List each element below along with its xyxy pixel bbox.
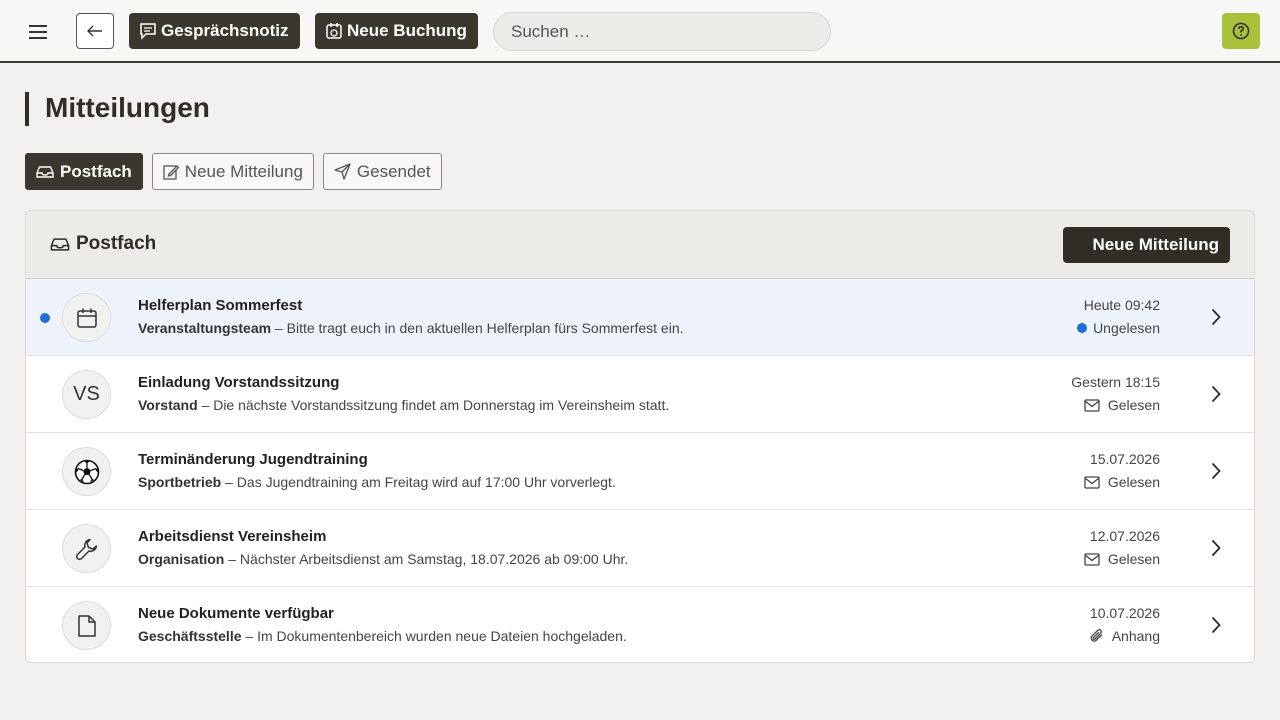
booking-icon [326, 23, 342, 39]
message-status: Ungelesen [1077, 320, 1160, 336]
message-date: 12.07.2026 [1089, 528, 1160, 544]
message-date: Gestern 18:15 [1071, 374, 1160, 390]
top-bar: Gesprächsnotiz Neue Buchung [0, 0, 1280, 63]
message-date: 15.07.2026 [1089, 451, 1160, 467]
soccer-ball-icon [74, 459, 99, 484]
tab-bar: Postfach Neue Mitteilung Gesendet [25, 153, 442, 190]
message-status: Gelesen [1084, 474, 1160, 490]
hamburger-icon [29, 25, 47, 39]
panel-title: Postfach [50, 233, 156, 255]
message-preview: Geschäftsstelle – Im Dokumentenbereich w… [138, 628, 627, 644]
message-text: – Im Dokumentenbereich wurden neue Datei… [245, 628, 627, 644]
conversation-note-label: Gesprächsnotiz [161, 21, 289, 40]
message-preview: Organisation – Nächster Arbeitsdienst am… [138, 551, 628, 567]
tab-sent[interactable]: Gesendet [322, 153, 442, 190]
new-booking-button[interactable]: Neue Buchung [315, 13, 478, 49]
message-text: – Bitte tragt euch in den aktuellen Helf… [274, 320, 684, 336]
conversation-note-button[interactable]: Gesprächsnotiz [129, 13, 300, 49]
panel-header: Postfach Neue Mitteilung [26, 211, 1254, 279]
edit-icon [163, 164, 179, 180]
message-text: – Das Jugendtraining am Freitag wird auf… [225, 474, 616, 490]
message-text: – Die nächste Vorstandssitzung findet am… [201, 397, 670, 413]
message-date: Heute 09:42 [1083, 297, 1160, 313]
avatar-initials: VS [73, 383, 100, 405]
document-icon [77, 614, 96, 637]
message-text: – Nächster Arbeitsdienst am Samstag, 18.… [228, 551, 629, 567]
message-status-label: Anhang [1111, 628, 1160, 644]
message-sender: Sportbetrieb [138, 474, 222, 490]
chevron-right-icon [1211, 462, 1221, 480]
message-row[interactable]: Neue Dokumente verfügbar Geschäftsstelle… [26, 587, 1254, 662]
new-message-button-label: Neue Mitteilung [1092, 235, 1219, 254]
avatar: VS [62, 370, 111, 419]
message-subject: Arbeitsdienst Vereinsheim [138, 528, 327, 545]
unread-indicator [40, 313, 50, 323]
message-row[interactable]: Arbeitsdienst Vereinsheim Organisation –… [26, 510, 1254, 587]
open-message-button[interactable] [1208, 459, 1224, 483]
message-status-label: Gelesen [1107, 551, 1160, 567]
new-message-button[interactable]: Neue Mitteilung [1063, 227, 1230, 263]
message-sender: Veranstaltungsteam [138, 320, 272, 336]
message-status-label: Gelesen [1107, 397, 1160, 413]
message-subject: Einladung Vorstandssitzung [138, 374, 340, 391]
new-booking-label: Neue Buchung [347, 21, 467, 40]
message-sender: Organisation [138, 551, 225, 567]
chevron-right-icon [1211, 539, 1221, 557]
inbox-icon [50, 237, 70, 251]
chevron-right-icon [1211, 616, 1221, 634]
message-subject: Neue Dokumente verfügbar [138, 605, 334, 622]
inbox-icon [36, 165, 54, 178]
avatar [62, 447, 111, 496]
message-sender: Vorstand [138, 397, 198, 413]
panel-title-label: Postfach [76, 233, 157, 254]
arrow-left-icon [87, 25, 102, 37]
avatar [62, 293, 111, 342]
avatar [62, 601, 111, 650]
message-status: Anhang [1089, 628, 1160, 644]
unread-dot-icon [1077, 323, 1088, 333]
envelope-icon [1084, 475, 1100, 489]
tab-inbox[interactable]: Postfach [25, 153, 143, 190]
help-button[interactable] [1222, 13, 1260, 49]
chevron-right-icon [1211, 385, 1221, 403]
message-row[interactable]: Terminänderung Jugendtraining Sportbetri… [26, 433, 1254, 510]
back-button[interactable] [76, 13, 114, 49]
tab-new-message[interactable]: Neue Mitteilung [151, 153, 314, 190]
open-message-button[interactable] [1208, 305, 1224, 329]
page-title-container: Mitteilungen [25, 92, 210, 126]
question-circle-icon [1232, 22, 1250, 40]
message-row[interactable]: VS Einladung Vorstandssitzung Vorstand –… [26, 356, 1254, 433]
open-message-button[interactable] [1208, 536, 1224, 560]
open-message-button[interactable] [1208, 613, 1224, 637]
message-row[interactable]: Helferplan Sommerfest Veranstaltungsteam… [26, 279, 1254, 356]
tab-inbox-label: Postfach [60, 161, 132, 181]
message-subject: Helferplan Sommerfest [138, 297, 303, 314]
message-status: Gelesen [1084, 397, 1160, 413]
message-sender: Geschäftsstelle [138, 628, 242, 644]
message-preview: Vorstand – Die nächste Vorstandssitzung … [138, 397, 669, 413]
envelope-icon [1084, 398, 1100, 412]
message-subject: Terminänderung Jugendtraining [138, 451, 368, 468]
avatar [62, 524, 111, 573]
open-message-button[interactable] [1208, 382, 1224, 406]
message-status: Gelesen [1084, 551, 1160, 567]
paperclip-icon [1090, 629, 1102, 642]
message-preview: Veranstaltungsteam – Bitte tragt euch in… [138, 320, 684, 336]
tab-new-message-label: Neue Mitteilung [184, 161, 303, 181]
search-input[interactable] [493, 12, 831, 51]
wrench-icon [75, 538, 97, 560]
page-title: Mitteilungen [45, 92, 210, 123]
calendar-icon [76, 308, 97, 328]
inbox-panel: Postfach Neue Mitteilung Helferplan Somm… [25, 210, 1255, 663]
envelope-icon [1084, 552, 1100, 566]
speech-bubble-icon [140, 23, 156, 40]
send-icon [334, 163, 351, 180]
message-date: 10.07.2026 [1089, 605, 1160, 621]
message-preview: Sportbetrieb – Das Jugendtraining am Fre… [138, 474, 616, 490]
message-status-label: Ungelesen [1093, 320, 1160, 336]
chevron-right-icon [1211, 308, 1221, 326]
tab-sent-label: Gesendet [356, 161, 431, 181]
menu-button[interactable] [24, 18, 54, 46]
message-status-label: Gelesen [1107, 474, 1160, 490]
